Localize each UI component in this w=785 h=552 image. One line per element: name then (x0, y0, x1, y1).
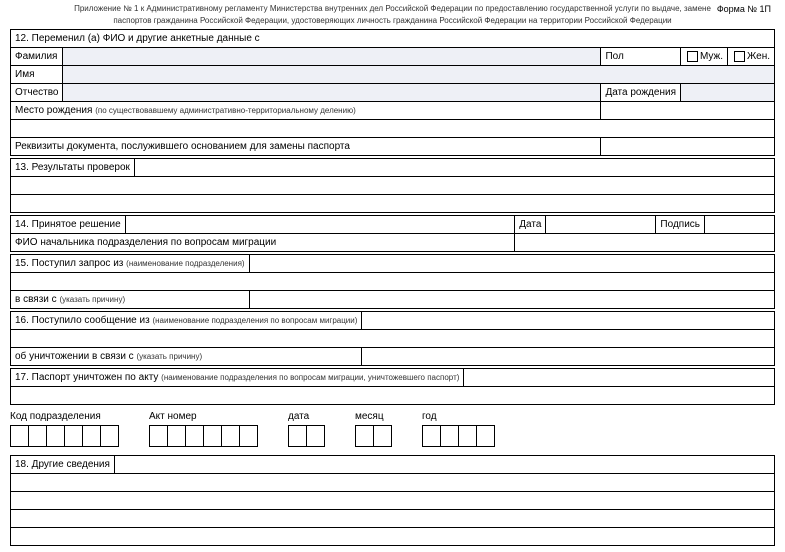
patronymic-label: Отчество (11, 83, 63, 101)
month-cells[interactable] (355, 425, 392, 447)
s18-row5[interactable] (11, 527, 775, 545)
s14-title: 14. Принятое решение (11, 215, 126, 233)
s14-sign-label: Подпись (656, 215, 705, 233)
sex-male[interactable]: Муж. (680, 47, 727, 65)
s18-row4[interactable] (11, 509, 775, 527)
code-label: Код подразделения (10, 411, 119, 422)
firstname-field[interactable] (63, 65, 775, 83)
s15-reason-field[interactable] (249, 290, 774, 308)
s18-title: 18. Другие сведения (11, 455, 115, 473)
s17-cells: Код подразделения Акт номер дата месяц г… (10, 411, 775, 447)
firstname-label: Имя (11, 65, 63, 83)
patronymic-field[interactable] (63, 83, 601, 101)
section-15: 15. Поступил запрос из (наименование под… (10, 254, 775, 309)
s13-row2[interactable] (11, 176, 775, 194)
year-label: год (422, 411, 495, 422)
male-label: Муж. (700, 51, 723, 62)
date-cells[interactable] (288, 425, 325, 447)
section-17: 17. Паспорт уничтожен по акту (наименова… (10, 368, 775, 405)
section-18: 18. Другие сведения (10, 455, 775, 546)
birthplace-extra[interactable] (11, 119, 775, 137)
s16-destroy-label: об уничтожении в связи с (указать причин… (11, 347, 362, 365)
section-14: 14. Принятое решение Дата Подпись ФИО на… (10, 215, 775, 252)
s13-title: 13. Результаты проверок (11, 158, 135, 176)
s14-decision-field[interactable] (125, 215, 515, 233)
s16-field[interactable] (362, 311, 775, 329)
female-label: Жен. (747, 51, 770, 62)
s14-head-label: ФИО начальника подразделения по вопросам… (11, 233, 515, 251)
lastname-field[interactable] (63, 47, 601, 65)
s14-date-label: Дата (515, 215, 546, 233)
group-year: год (422, 411, 495, 447)
sex-label: Пол (601, 47, 681, 65)
s14-sign-field[interactable] (705, 215, 775, 233)
s13-row3[interactable] (11, 194, 775, 212)
s18-row2[interactable] (11, 473, 775, 491)
s18-field[interactable] (114, 455, 774, 473)
s15-title: 15. Поступил запрос из (наименование под… (11, 254, 250, 272)
checkbox-female-icon[interactable] (734, 51, 745, 62)
s17-field[interactable] (464, 368, 775, 386)
month-label: месяц (355, 411, 392, 422)
s17-row2[interactable] (11, 386, 775, 404)
s13-field[interactable] (134, 158, 774, 176)
section-13: 13. Результаты проверок (10, 158, 775, 213)
s18-row3[interactable] (11, 491, 775, 509)
doc-basis-field[interactable] (601, 137, 775, 155)
s12-title: 12. Переменил (а) ФИО и другие анкетные … (11, 29, 775, 47)
header-line1: Приложение № 1 к Административному регла… (10, 4, 775, 14)
s16-destroy-field[interactable] (362, 347, 775, 365)
section-16: 16. Поступило сообщение из (наименование… (10, 311, 775, 366)
form-number: Форма № 1П (717, 4, 771, 14)
header-line2: паспортов гражданина Российской Федераци… (10, 16, 775, 26)
s15-reason-label: в связи с (указать причину) (11, 290, 250, 308)
sex-female[interactable]: Жен. (728, 47, 775, 65)
date-label: дата (288, 411, 325, 422)
s17-title: 17. Паспорт уничтожен по акту (наименова… (11, 368, 464, 386)
lastname-label: Фамилия (11, 47, 63, 65)
s16-row2[interactable] (11, 329, 775, 347)
group-act: Акт номер (149, 411, 258, 447)
code-cells[interactable] (10, 425, 119, 447)
checkbox-male-icon[interactable] (687, 51, 698, 62)
act-cells[interactable] (149, 425, 258, 447)
dob-label: Дата рождения (601, 83, 681, 101)
section-12: 12. Переменил (а) ФИО и другие анкетные … (10, 29, 775, 156)
act-label: Акт номер (149, 411, 258, 422)
s14-head-field[interactable] (515, 233, 775, 251)
year-cells[interactable] (422, 425, 495, 447)
group-month: месяц (355, 411, 392, 447)
doc-basis-label: Реквизиты документа, послужившего основа… (11, 137, 601, 155)
birthplace-field[interactable] (601, 101, 775, 119)
s15-field[interactable] (249, 254, 774, 272)
group-code: Код подразделения (10, 411, 119, 447)
s16-title: 16. Поступило сообщение из (наименование… (11, 311, 362, 329)
s15-row2[interactable] (11, 272, 775, 290)
dob-field[interactable] (680, 83, 774, 101)
s14-date-field[interactable] (546, 215, 656, 233)
birthplace-label: Место рождения (по существовавшему админ… (11, 101, 601, 119)
group-date: дата (288, 411, 325, 447)
